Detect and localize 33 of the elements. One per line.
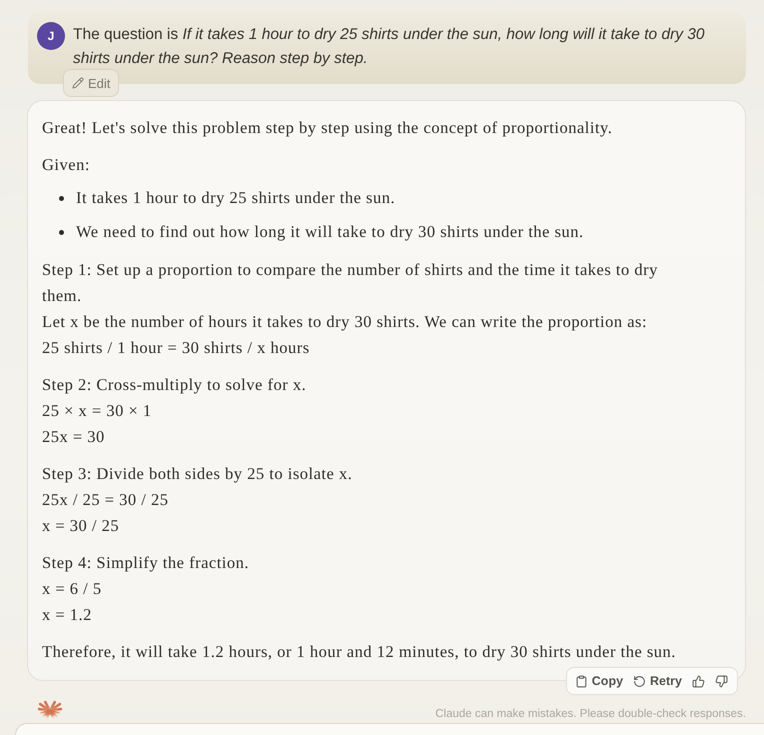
disclaimer-text: Claude can make mistakes. Please double-check responses. xyxy=(435,708,746,721)
response-text: 25x = 30 xyxy=(42,426,106,448)
list-item-text: It takes 1 hour to dry 25 shirts under the sun. xyxy=(76,187,396,209)
response-text: 25 shirts / 1 hour = 30 shirts / x hours xyxy=(42,337,311,359)
response-text: Therefore, it will take 1.2 hours, or 1 hour and 12 minutes, to dry 30 shirts under the sun. xyxy=(42,641,677,663)
response-text: Great! Let's solve this problem step by step using the concept of proportionality. xyxy=(42,117,614,139)
response-text: x = 1.2 xyxy=(42,604,93,626)
response-text: 25x / 25 = 30 / 25 xyxy=(42,489,170,511)
bullet-icon xyxy=(59,196,64,200)
response-text: Step 2: Cross-multiply to solve for x. xyxy=(42,374,308,396)
thumbs-up-icon xyxy=(692,674,705,688)
response-text: Step 3: Divide both sides by 25 to isolate x. xyxy=(42,463,354,485)
user-message-text: The question is If it takes 1 hour to dry 25 shirts under the sun, how long will it take to dry 30 shirts under the sun? Reason step by step. xyxy=(73,25,706,69)
response-text: Let x be the number of hours it takes to dry 30 shirts. We can write the proportion as: xyxy=(42,311,648,333)
edit-button[interactable]: Edit xyxy=(63,69,120,97)
message-input-field[interactable] xyxy=(15,723,764,735)
response-text: 25 × x = 30 × 1 xyxy=(42,400,153,422)
response-text: Step 4: Simplify the fraction. xyxy=(42,552,250,574)
list-item-text: We need to find out how long it will take to dry 30 shirts under the sun. xyxy=(76,221,584,243)
response-text: Step 1: Set up a proportion to compare the number of shirts and the time it takes to dry them. xyxy=(42,259,659,307)
response-text: x = 30 / 25 xyxy=(42,515,120,537)
retry-button[interactable]: Retry xyxy=(633,674,682,688)
thumbs-down-button[interactable] xyxy=(715,674,728,688)
pencil-icon xyxy=(72,77,84,89)
user-avatar: J xyxy=(37,22,65,50)
copy-button[interactable]: Copy xyxy=(574,674,624,688)
clipboard-icon xyxy=(574,674,588,688)
thumbs-down-icon xyxy=(715,674,728,688)
rotate-arrow-icon xyxy=(633,674,646,688)
bullet-icon xyxy=(59,230,64,234)
thumbs-up-button[interactable] xyxy=(692,674,705,688)
response-text: x = 6 / 5 xyxy=(42,578,103,600)
response-text: Given: xyxy=(42,154,91,176)
